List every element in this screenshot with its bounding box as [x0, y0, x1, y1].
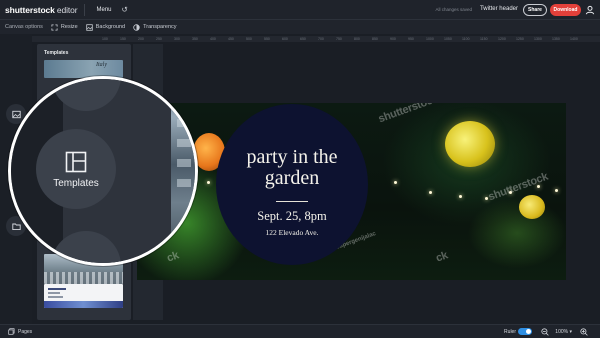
ruler-tick-label: 1100 — [462, 37, 470, 41]
ruler-tick-label: 950 — [408, 37, 414, 41]
thumbnail-image — [177, 139, 191, 147]
zoom-out-icon[interactable] — [541, 328, 549, 336]
thumbnail-image — [48, 288, 66, 290]
logo-text: shutterstock — [5, 4, 55, 15]
ruler-tick-label: 800 — [354, 37, 360, 41]
editor-app: shutterstock editor Menu ↺ All changes sa… — [0, 0, 600, 338]
transparency-icon — [133, 23, 140, 31]
templates-label: Templates — [53, 178, 99, 189]
top-bar: shutterstock editor Menu ↺ All changes sa… — [0, 0, 600, 20]
resize-label: Resize — [60, 24, 78, 30]
string-light — [485, 197, 488, 200]
magnified-thumbnail — [171, 79, 195, 263]
transparency-label: Transparency — [143, 24, 177, 30]
ruler-tick-label: 500 — [246, 37, 252, 41]
templates-icon — [65, 151, 87, 173]
ruler-tick-label: 100 — [102, 37, 108, 41]
canvas-options-label: Canvas options — [5, 24, 43, 30]
magnifier-callout: Templates — [8, 76, 198, 266]
user-icon[interactable] — [585, 5, 595, 15]
thumbnail-image — [44, 272, 123, 284]
horizontal-ruler: 100 150 200 250 300 350 400 450 500 550 600 650 700 7… — [32, 36, 600, 42]
ruler-tick-label: 750 — [336, 37, 342, 41]
pages-label: Pages — [18, 328, 33, 335]
bottom-bar: Pages Ruler 100% ▾ — [0, 324, 600, 338]
ruler-tick-label: 450 — [228, 37, 234, 41]
background-button[interactable]: Background — [86, 23, 126, 31]
ruler-toggle[interactable] — [518, 328, 532, 335]
ruler-tick-label: 650 — [300, 37, 306, 41]
app-logo[interactable]: shutterstock editor — [5, 5, 78, 15]
template-thumbnail[interactable] — [44, 284, 123, 308]
ruler-tick-label: 550 — [264, 37, 270, 41]
ruler-tick-label: 600 — [282, 37, 288, 41]
ruler-label: Ruler — [504, 329, 516, 335]
divider — [83, 3, 85, 16]
string-light — [394, 181, 397, 184]
event-address[interactable]: 122 Elevado Ave. — [216, 228, 368, 237]
string-light — [429, 191, 432, 194]
string-light — [207, 181, 210, 184]
ruler-tick-label: 1050 — [444, 37, 452, 41]
ruler-tick-label: 250 — [156, 37, 162, 41]
thumbnail-image — [177, 179, 191, 187]
document-title[interactable]: Twitter header — [480, 6, 518, 12]
string-light — [555, 189, 558, 192]
pages-button[interactable]: Pages — [8, 328, 32, 335]
zoom-dropdown[interactable]: 100% ▾ — [555, 329, 572, 335]
watermark: shutterstock — [376, 103, 440, 126]
undo-icon[interactable]: ↺ — [122, 5, 128, 14]
thumbnail-image — [48, 296, 63, 298]
template-thumbnail[interactable]: Italy — [44, 60, 123, 78]
ruler-tick-label: 1300 — [534, 37, 542, 41]
ruler-tick-label: 350 — [192, 37, 198, 41]
menu-button[interactable]: Menu — [97, 7, 112, 13]
thumbnail-text: Italy — [96, 62, 107, 68]
download-button[interactable]: Download — [550, 4, 581, 16]
save-status: All changes saved — [435, 7, 472, 12]
chevron-down-icon: ▾ — [569, 329, 572, 335]
yellow-lantern — [445, 121, 495, 167]
resize-button[interactable]: Resize — [51, 23, 78, 31]
transparency-button[interactable]: Transparency — [133, 23, 177, 31]
ruler-tick-label: 1000 — [426, 37, 434, 41]
templates-rail-button[interactable]: Templates — [36, 129, 116, 209]
zoom-in-icon[interactable] — [580, 328, 588, 336]
yellow-lantern — [519, 195, 545, 219]
headline-line-1[interactable]: party in the — [216, 146, 368, 168]
ruler-tick-label: 1250 — [516, 37, 524, 41]
ruler-tick-label: 900 — [390, 37, 396, 41]
invitation-circle[interactable]: party in the garden Sept. 25, 8pm 122 El… — [216, 104, 368, 265]
background-icon — [86, 23, 93, 31]
watermark: ck — [434, 249, 450, 265]
headline-line-2[interactable]: garden — [216, 167, 368, 189]
thumbnail-image — [177, 159, 191, 167]
ruler-tick-label: 1150 — [480, 37, 488, 41]
ruler-tick-label: 300 — [174, 37, 180, 41]
ruler-tick-label: 1400 — [570, 37, 578, 41]
thumbnail-image — [177, 119, 191, 127]
divider-line — [276, 201, 308, 202]
logo-suffix: editor — [56, 4, 78, 15]
thumbnail-image — [44, 301, 123, 308]
resize-icon — [51, 23, 58, 31]
ruler-tick-label: 700 — [318, 37, 324, 41]
ruler-tick-label: 150 — [120, 37, 126, 41]
ruler-tick-label: 1350 — [552, 37, 560, 41]
ruler-tick-label: 200 — [138, 37, 144, 41]
share-button[interactable]: Share — [523, 4, 547, 16]
ruler-tick-label: 1200 — [498, 37, 506, 41]
zoom-level: 100% — [555, 329, 569, 335]
string-light — [459, 195, 462, 198]
thumbnail-image — [48, 292, 60, 294]
panel-title: Templates — [44, 50, 69, 56]
event-date[interactable]: Sept. 25, 8pm — [216, 209, 368, 224]
ruler-tick-label: 400 — [210, 37, 216, 41]
background-label: Background — [95, 24, 126, 30]
pages-icon — [8, 328, 15, 335]
canvas-toolbar: Canvas options Resize Background Transpa… — [0, 20, 600, 34]
ruler-tick-label: 850 — [372, 37, 378, 41]
